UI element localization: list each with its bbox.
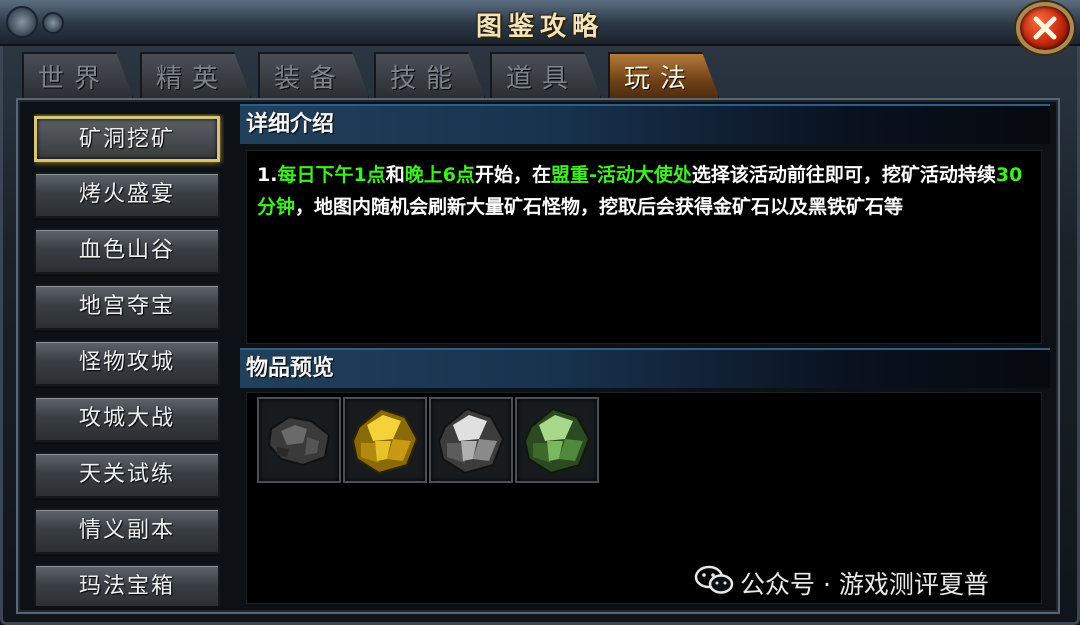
menu-item-sky-pass-trial[interactable]: 天关试练 [34, 452, 220, 498]
wechat-icon [694, 564, 734, 602]
details-highlight: 晚上6点 [404, 164, 475, 186]
details-highlight: 每日下午1点 [277, 164, 386, 186]
menu-item-palace-treasure[interactable]: 地宫夺宝 [34, 284, 220, 330]
tab-equipment[interactable]: 装备 [258, 52, 370, 100]
details-text: 1.每日下午1点和晚上6点开始，在盟重-活动大使处选择该活动前往即可，挖矿活动持… [246, 150, 1042, 344]
item-slot-jade-ore[interactable] [515, 397, 599, 483]
tab-gameplay[interactable]: 玩法 [608, 52, 720, 100]
menu-item-mafa-chest[interactable]: 玛法宝箱 [34, 564, 220, 606]
details-segment: ，地图内随机会刷新大量矿石怪物，挖取后会获得金矿石以及黑铁矿石等 [295, 196, 904, 218]
preview-heading: 物品预览 [240, 348, 1050, 388]
title-bar: 图鉴攻略 [0, 0, 1080, 46]
watermark: 公众号 · 游戏测评夏普 [694, 564, 989, 602]
menu-item-mining[interactable]: 矿洞挖矿 [34, 116, 220, 162]
gold-ore-icon [351, 407, 419, 475]
menu-item-monster-siege[interactable]: 怪物攻城 [34, 340, 220, 386]
details-segment: 开始，在 [474, 164, 551, 186]
watermark-text: 公众号 · 游戏测评夏普 [740, 570, 989, 599]
tab-items[interactable]: 道具 [490, 52, 602, 100]
menu-item-blood-valley[interactable]: 血色山谷 [34, 228, 220, 274]
details-highlight: 盟重-活动大使处 [550, 164, 692, 186]
item-slot-silver-ore[interactable] [429, 397, 513, 483]
tab-skills[interactable]: 技能 [374, 52, 486, 100]
detail-panel: 详细介绍 1.每日下午1点和晚上6点开始，在盟重-活动大使处选择该活动前往即可，… [240, 104, 1050, 610]
tab-elite[interactable]: 精英 [140, 52, 252, 100]
details-heading: 详细介绍 [240, 104, 1050, 144]
jade-ore-icon [523, 407, 591, 475]
silver-ore-icon [437, 407, 505, 475]
item-slot-black-iron-ore[interactable] [257, 397, 341, 483]
close-icon [1033, 16, 1057, 40]
activity-menu: 矿洞挖矿 烤火盛宴 血色山谷 地宫夺宝 怪物攻城 攻城大战 天关试练 情义副本 … [34, 114, 224, 606]
menu-item-bonfire-feast[interactable]: 烤火盛宴 [34, 172, 220, 218]
close-button[interactable] [1016, 2, 1074, 54]
menu-item-siege-battle[interactable]: 攻城大战 [34, 396, 220, 442]
black-iron-ore-icon [267, 415, 331, 467]
menu-item-loyalty-dungeon[interactable]: 情义副本 [34, 508, 220, 554]
details-segment: 1. [257, 164, 278, 186]
item-slot-gold-ore[interactable] [343, 397, 427, 483]
details-segment: 选择该活动前往即可，挖矿活动持续 [691, 164, 996, 186]
tab-world[interactable]: 世界 [22, 52, 134, 100]
details-segment: 和 [385, 164, 405, 186]
window-title: 图鉴攻略 [475, 12, 604, 42]
